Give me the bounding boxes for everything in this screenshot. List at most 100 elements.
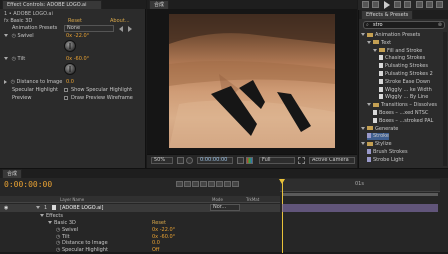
tab-effect-controls[interactable]: Effect Controls: ADOBE LOGO.ai	[2, 0, 102, 9]
effects-search-field[interactable]: ⌕ stro ⊗	[363, 21, 445, 29]
effects-tree-item[interactable]: Brush Strokes	[367, 149, 408, 156]
effects-tree-item[interactable]: Pulsating Strokes	[379, 63, 428, 70]
col-trkmat[interactable]: TrkMat	[246, 196, 259, 203]
current-time-indicator[interactable]	[282, 179, 283, 253]
expand-triangle-icon[interactable]	[367, 103, 371, 107]
expand-triangle-icon[interactable]	[36, 206, 40, 209]
resolution-value: Full	[262, 157, 271, 163]
expand-triangle-icon[interactable]	[4, 34, 8, 37]
tab-timeline[interactable]: 合成	[2, 169, 23, 178]
audio-icon[interactable]	[416, 1, 423, 8]
effects-tree-item[interactable]: Chasing Strokes	[379, 55, 425, 62]
shy-layers-icon[interactable]	[200, 181, 207, 187]
effects-tree-item[interactable]: Pulsating Strokes 2	[379, 71, 433, 78]
camera-dropdown[interactable]: Active Camera	[309, 157, 355, 164]
effects-tree-item[interactable]: Stylize	[361, 141, 392, 148]
effects-tree-item[interactable]: Generate	[361, 126, 398, 133]
tl-effect-reset[interactable]: Reset	[152, 220, 166, 227]
col-layer-name[interactable]: Layer Name	[60, 196, 84, 203]
last-frame-icon[interactable]	[404, 1, 411, 8]
checkbox-icon[interactable]	[64, 95, 68, 100]
effects-tree-item-label: Wiggly ... By Line	[385, 94, 429, 101]
preview-checkbox[interactable]: Draw Preview Wireframe	[64, 95, 133, 102]
expand-triangle-icon[interactable]	[40, 214, 44, 217]
ram-preview-icon[interactable]	[436, 1, 443, 8]
effects-tree-item[interactable]: Boxes – ...xed NTSC	[373, 110, 428, 117]
specular-checkbox[interactable]: Show Specular Highlight	[64, 87, 132, 94]
expand-triangle-icon[interactable]	[48, 221, 52, 224]
distance-value[interactable]: 0.0	[66, 79, 74, 86]
timeline-ruler[interactable]: 01s	[280, 179, 440, 192]
search-clear-icon[interactable]: ⊗	[438, 22, 442, 29]
effects-tree-item[interactable]: Fill and Stroke	[373, 48, 422, 55]
frame-blend-icon[interactable]	[208, 181, 215, 187]
col-mode[interactable]: Mode	[212, 196, 223, 203]
resolution-dropdown[interactable]: Full	[259, 157, 295, 164]
expand-triangle-icon[interactable]	[361, 142, 365, 146]
distance-row[interactable]: ◷ Distance to Image	[4, 79, 62, 86]
expand-triangle-icon[interactable]	[4, 57, 8, 60]
collapse-triangle-icon[interactable]	[4, 79, 7, 84]
draft-3d-icon[interactable]	[192, 181, 199, 187]
tl-effect-row[interactable]: Basic 3D	[48, 220, 76, 227]
effects-tree-item[interactable]: Stroke	[367, 133, 389, 141]
effect-about-link[interactable]: About...	[110, 18, 130, 25]
preset-arrow-right-icon[interactable]	[128, 26, 132, 32]
animation-presets-dropdown[interactable]: None	[64, 25, 114, 32]
camera-snapshot-icon[interactable]	[237, 157, 244, 164]
loop-icon[interactable]	[426, 1, 433, 8]
effects-tree-item[interactable]: Boxes – ...stroked PAL	[373, 117, 433, 125]
swivel-row[interactable]: ◷ Swivel	[4, 33, 34, 40]
timeline-property-row[interactable]: ◷ Specular Highlight	[56, 247, 108, 254]
preset-arrow-left-icon[interactable]	[119, 26, 123, 32]
work-area-bar[interactable]	[282, 193, 438, 196]
next-frame-icon[interactable]	[394, 1, 401, 8]
swivel-dial[interactable]	[64, 40, 76, 52]
graph-editor-icon[interactable]	[224, 181, 231, 187]
expand-triangle-icon[interactable]	[373, 48, 377, 52]
play-icon[interactable]	[384, 1, 390, 9]
search-icon: ⌕	[366, 22, 369, 28]
first-frame-icon[interactable]	[362, 1, 369, 8]
tl-effect-name: Basic 3D	[54, 220, 76, 226]
tilt-row[interactable]: ◷ Tilt	[4, 56, 25, 63]
effects-tree-item[interactable]: Text	[367, 40, 391, 47]
effects-scrollbar[interactable]	[443, 32, 447, 166]
motion-blur-icon[interactable]	[216, 181, 223, 187]
effects-group-row[interactable]: Effects	[40, 213, 63, 220]
color-channel-icon[interactable]	[246, 157, 253, 164]
prev-frame-icon[interactable]	[372, 1, 379, 8]
timeline-property-value[interactable]: Off	[152, 247, 159, 254]
tab-composition[interactable]: 合成	[149, 0, 170, 9]
mask-icon[interactable]	[186, 157, 193, 164]
layer-row[interactable]: ◉ 1 [ADOBE LOGO.ai] Nor...	[0, 204, 280, 212]
effects-tree-item[interactable]: Wiggly ... By Line	[379, 94, 428, 101]
mode-dropdown[interactable]: Nor...	[210, 204, 240, 211]
timeline-timecode[interactable]: 0:00:00:00	[4, 180, 52, 190]
tilt-value[interactable]: 0x -60.0°	[66, 56, 89, 63]
cti-head-icon[interactable]	[279, 179, 285, 184]
effects-tree-item[interactable]: Strobe Light	[367, 156, 403, 164]
checkbox-icon[interactable]	[64, 87, 68, 92]
expand-triangle-icon[interactable]	[361, 33, 365, 36]
effects-tree-item[interactable]: Wiggly ... ke Width	[379, 86, 432, 94]
effect-reset-link[interactable]: Reset	[68, 18, 82, 25]
expand-triangle-icon[interactable]	[367, 40, 371, 44]
zoom-dropdown[interactable]: 50%	[151, 157, 173, 164]
effects-tree-item[interactable]: Transitions – Dissolves	[367, 102, 437, 109]
comp-timecode[interactable]: 0:00:00:00	[197, 157, 233, 164]
tab-effects-presets[interactable]: Effects & Presets	[361, 10, 414, 19]
swivel-value[interactable]: 0x -22.0°	[66, 33, 89, 40]
eye-icon[interactable]: ◉	[4, 204, 8, 212]
effects-tree-item[interactable]: Stroke Ease Down	[379, 78, 430, 86]
effects-tree-item[interactable]: Animation Presets	[361, 32, 420, 39]
region-icon[interactable]	[298, 157, 305, 164]
tilt-dial[interactable]	[64, 63, 76, 75]
grid-icon[interactable]	[177, 157, 184, 164]
brainstorm-icon[interactable]	[232, 181, 239, 187]
comp-mini-flowchart-icon[interactable]	[184, 181, 191, 187]
composition-canvas[interactable]	[169, 14, 335, 148]
expand-triangle-icon[interactable]	[361, 126, 365, 130]
search-layers-icon[interactable]	[176, 181, 183, 187]
layer-bar[interactable]	[282, 204, 438, 212]
